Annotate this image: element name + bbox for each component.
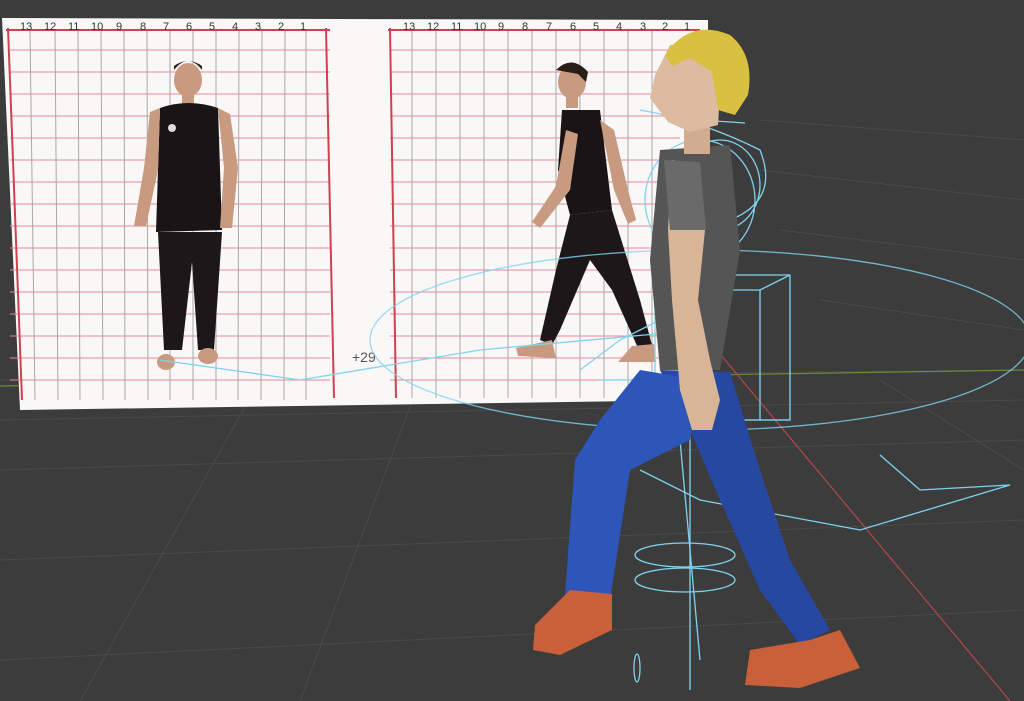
- front-ruler-tick: 9: [116, 21, 122, 33]
- side-ruler-tick: 2: [662, 21, 668, 33]
- side-ruler-tick: 12: [427, 21, 439, 33]
- side-ruler-tick: 3: [640, 21, 646, 33]
- reference-image[interactable]: 13 12 11 10 9 8 7 6 5 4 3 2 1 13 12 11 1…: [2, 18, 708, 410]
- front-ruler-tick: 2: [278, 21, 284, 33]
- front-ruler-tick: 11: [68, 21, 79, 33]
- front-ruler-tick: 6: [186, 21, 192, 33]
- side-ruler-tick: 13: [403, 21, 415, 33]
- side-ruler-tick: 10: [474, 21, 486, 33]
- side-ruler-tick: 7: [546, 21, 552, 33]
- front-ruler-tick: 1: [300, 21, 306, 33]
- front-ruler-tick: 12: [44, 21, 56, 33]
- side-ruler-tick: 1: [684, 21, 690, 33]
- front-ruler-tick: 4: [232, 21, 238, 33]
- side-ruler-tick: 5: [593, 21, 599, 33]
- front-ruler-tick: 3: [255, 21, 261, 33]
- side-ruler-tick: 8: [522, 21, 528, 33]
- viewport-scene: 13 12 11 10 9 8 7 6 5 4 3 2 1 13 12 11 1…: [0, 18, 1024, 701]
- 3d-viewport[interactable]: 13 12 11 10 9 8 7 6 5 4 3 2 1 13 12 11 1…: [0, 0, 1024, 701]
- front-ruler-tick: 8: [140, 21, 146, 33]
- side-ruler-tick: 9: [498, 21, 504, 33]
- front-ruler-tick: 13: [20, 21, 32, 33]
- front-ruler-tick: 10: [91, 21, 103, 33]
- side-ruler-tick: 4: [616, 21, 622, 33]
- front-ruler-tick: 7: [163, 21, 169, 33]
- front-ruler-tick: 5: [209, 21, 215, 33]
- side-ruler-tick: 11: [451, 21, 462, 33]
- side-ruler-tick: 6: [570, 21, 576, 33]
